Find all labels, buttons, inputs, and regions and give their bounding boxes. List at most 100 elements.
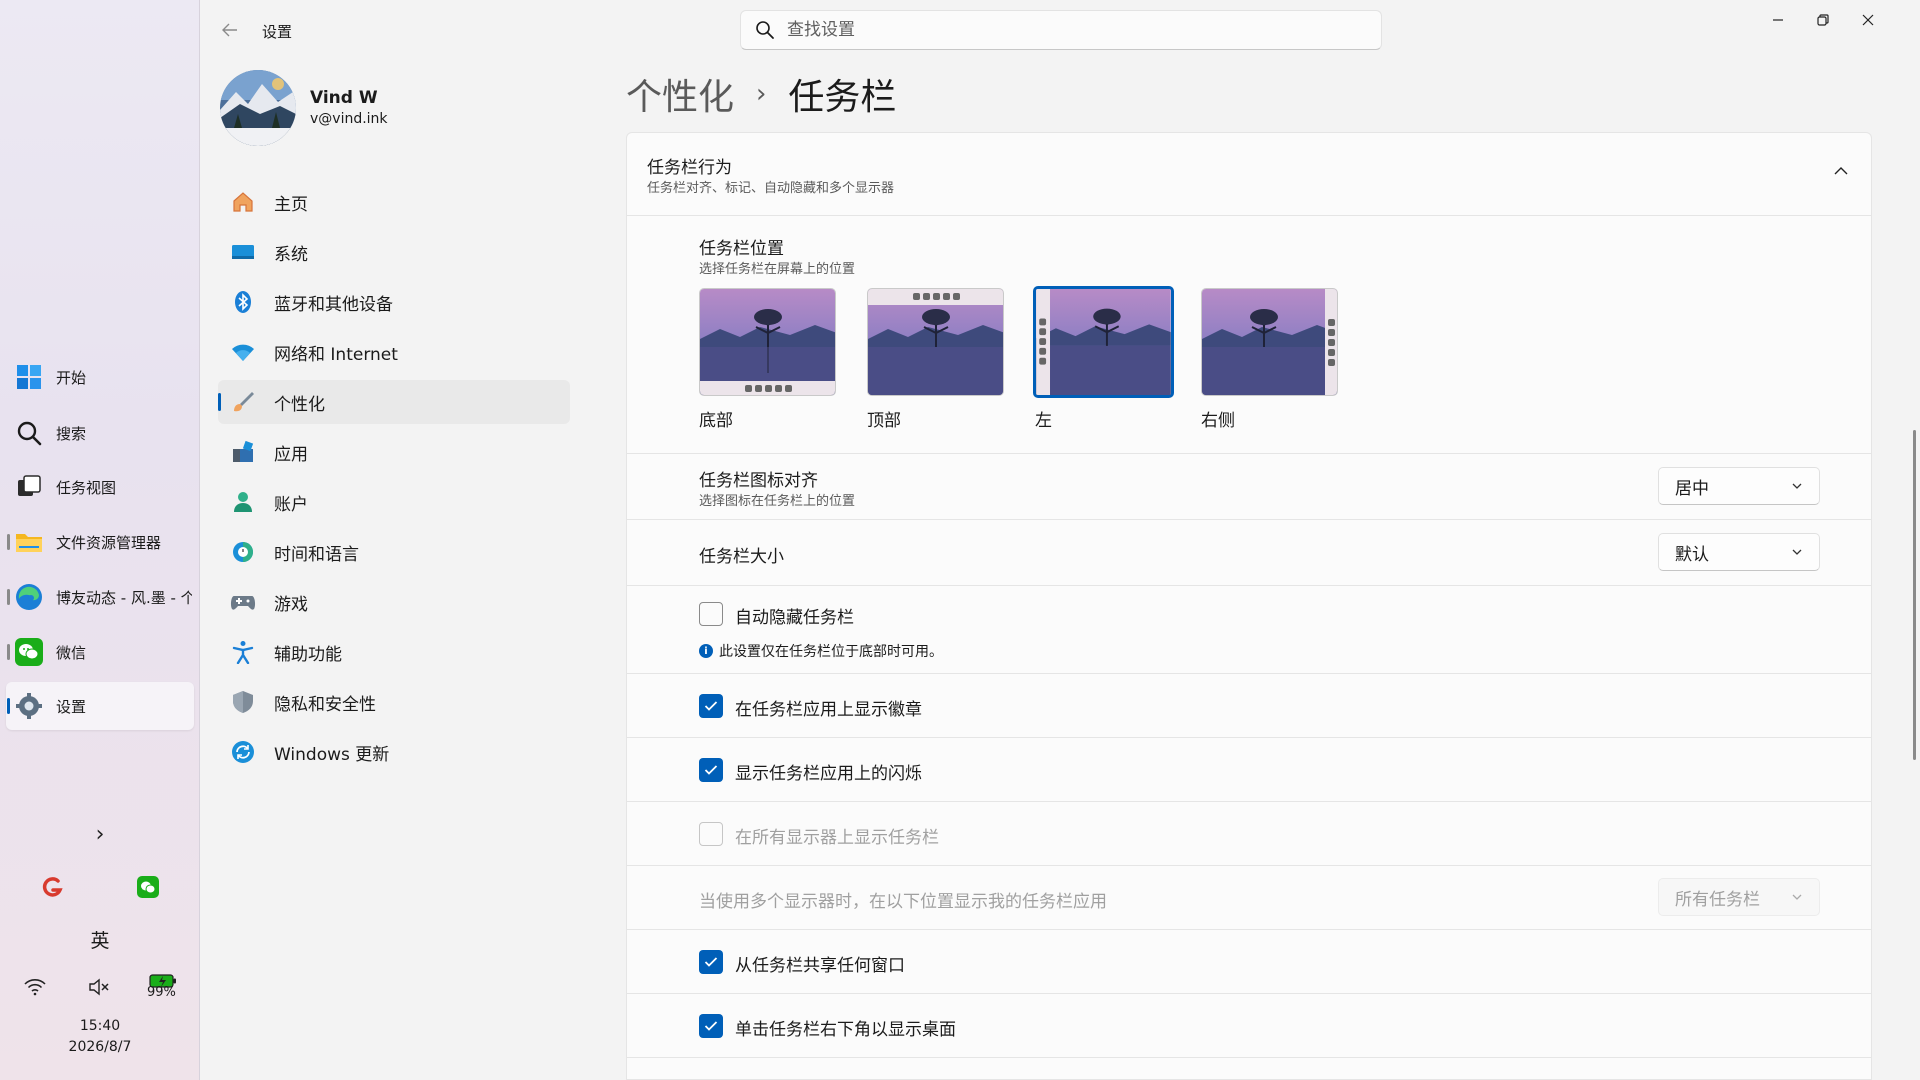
nav-item-gaming[interactable]: 游戏 — [218, 580, 570, 624]
checkbox-label: 自动隐藏任务栏 — [735, 608, 854, 628]
home-icon — [230, 189, 256, 215]
clock-date[interactable]: 2026/8/7 — [0, 1039, 200, 1055]
clock-time[interactable]: 15:40 — [0, 1018, 200, 1034]
row-title: 当使用多个显示器时，在以下位置显示我的任务栏应用 — [699, 892, 1107, 912]
wallpaper-thumbnail — [1033, 286, 1174, 398]
minimize-button[interactable] — [1755, 4, 1801, 36]
multi-display-dropdown[interactable]: 所有任务栏 — [1658, 878, 1820, 916]
wallpaper-thumbnail — [699, 288, 836, 396]
size-dropdown[interactable]: 默认 — [1658, 533, 1820, 571]
app-title: 设置 — [262, 23, 293, 41]
taskbar-file-explorer[interactable]: 文件资源管理器 — [6, 518, 194, 566]
collapse-chevron-up-icon[interactable] — [1829, 159, 1853, 183]
user-name: Vind W — [310, 88, 378, 108]
checkmark-icon — [704, 1021, 718, 1031]
tray-wechat-icon[interactable] — [134, 873, 162, 901]
avatar[interactable] — [220, 70, 296, 146]
bluetooth-icon — [230, 289, 256, 315]
nav-item-apps[interactable]: 应用 — [218, 430, 570, 474]
apps-icon — [230, 439, 256, 465]
nav-item-bluetooth[interactable]: 蓝牙和其他设备 — [218, 280, 570, 324]
taskbar-settings[interactable]: 设置 — [6, 682, 194, 730]
position-option-right[interactable] — [1201, 288, 1338, 396]
battery-percentage: 99% — [147, 985, 176, 1000]
nav-item-system[interactable]: 系统 — [218, 230, 570, 274]
wallpaper-thumbnail — [1201, 288, 1338, 396]
taskbar-item-label: 设置 — [56, 697, 87, 716]
checkmark-icon — [704, 957, 718, 967]
system-display-icon — [230, 239, 256, 265]
scrollbar[interactable] — [1913, 430, 1916, 760]
nav-item-personalization[interactable]: 个性化 — [218, 380, 570, 424]
flashing-row: 显示任务栏应用上的闪烁 — [627, 737, 1871, 801]
nav-label: Windows 更新 — [274, 744, 390, 765]
auto-hide-checkbox[interactable] — [699, 602, 723, 626]
show-desktop-checkbox[interactable] — [699, 1014, 723, 1038]
wifi-icon — [230, 339, 256, 365]
flashing-checkbox[interactable] — [699, 758, 723, 782]
nav-item-network[interactable]: 网络和 Internet — [218, 330, 570, 374]
next-row-partial — [627, 1057, 1871, 1079]
search-input[interactable] — [787, 20, 1347, 40]
taskbar-item-label: 文件资源管理器 — [56, 533, 162, 552]
search-box[interactable] — [740, 10, 1382, 50]
taskbar-behaviors-header[interactable]: 任务栏行为 任务栏对齐、标记、自动隐藏和多个显示器 — [627, 133, 1871, 215]
running-indicator — [7, 534, 10, 550]
wifi-status-icon[interactable] — [21, 973, 49, 1001]
nav-label: 隐私和安全性 — [274, 694, 376, 715]
show-hidden-icons-chevron[interactable]: › — [88, 822, 112, 847]
position-option-left[interactable] — [1033, 286, 1174, 398]
all-displays-checkbox[interactable] — [699, 822, 723, 846]
taskbar-start-button[interactable]: 开始 — [6, 353, 194, 401]
position-option-bottom[interactable] — [699, 288, 836, 396]
file-explorer-icon — [14, 527, 44, 557]
nav-item-accounts[interactable]: 账户 — [218, 480, 570, 524]
close-button[interactable] — [1845, 4, 1891, 36]
alignment-dropdown[interactable]: 居中 — [1658, 467, 1820, 505]
taskbar-wechat[interactable]: 微信 — [6, 628, 194, 676]
shield-icon — [230, 689, 256, 715]
accessibility-icon — [230, 639, 256, 665]
nav-item-privacy-security[interactable]: 隐私和安全性 — [218, 680, 570, 724]
multi-display-row: 当使用多个显示器时，在以下位置显示我的任务栏应用 所有任务栏 — [627, 865, 1871, 929]
volume-muted-icon[interactable] — [85, 973, 113, 1001]
breadcrumb-parent[interactable]: 个性化 — [626, 68, 734, 120]
settings-window: 设置 Vind W v@vind.ink 主页 系统 蓝牙和 — [200, 0, 1920, 1080]
taskbar-item-label: 搜索 — [56, 424, 87, 443]
settings-gear-icon — [14, 691, 44, 721]
checkbox-label: 在任务栏应用上显示徽章 — [735, 700, 922, 720]
section-title: 任务栏行为 — [647, 158, 732, 178]
nav-item-time-language[interactable]: 时间和语言 — [218, 530, 570, 574]
gamepad-icon — [230, 589, 256, 615]
badges-row: 在任务栏应用上显示徽章 — [627, 673, 1871, 737]
back-button[interactable] — [218, 18, 242, 42]
badges-checkbox[interactable] — [699, 694, 723, 718]
wallpaper-thumbnail — [867, 288, 1004, 396]
taskbar-task-view-button[interactable]: 任务视图 — [6, 463, 194, 511]
restore-button[interactable] — [1800, 4, 1846, 36]
chevron-down-icon — [1792, 483, 1802, 489]
position-option-top[interactable] — [867, 288, 1004, 396]
nav-item-accessibility[interactable]: 辅助功能 — [218, 630, 570, 674]
checkmark-icon — [704, 765, 718, 775]
taskbar-item-label: 任务视图 — [56, 478, 117, 497]
row-title: 任务栏图标对齐 — [699, 471, 818, 491]
account-icon — [230, 489, 256, 515]
share-window-checkbox[interactable] — [699, 950, 723, 974]
row-subtitle: 选择任务栏在屏幕上的位置 — [699, 262, 856, 277]
dropdown-value: 默认 — [1675, 544, 1709, 565]
time-language-icon — [230, 539, 256, 565]
show-desktop-row: 单击任务栏右下角以显示桌面 — [627, 993, 1871, 1057]
nav-label: 账户 — [274, 494, 308, 515]
running-indicator — [7, 589, 10, 605]
dropdown-value: 所有任务栏 — [1675, 889, 1760, 910]
nav-label: 主页 — [274, 194, 308, 215]
nav-item-windows-update[interactable]: Windows 更新 — [218, 730, 570, 774]
input-method-indicator[interactable]: 英 — [0, 926, 200, 953]
tray-app-red-icon[interactable] — [39, 873, 67, 901]
nav-label: 辅助功能 — [274, 644, 342, 665]
nav-item-home[interactable]: 主页 — [218, 180, 570, 224]
taskbar-edge-browser[interactable]: 博友动态 - 风.墨 - 个 — [6, 573, 194, 621]
taskbar-search-button[interactable]: 搜索 — [6, 409, 194, 457]
info-icon: i — [699, 644, 713, 658]
